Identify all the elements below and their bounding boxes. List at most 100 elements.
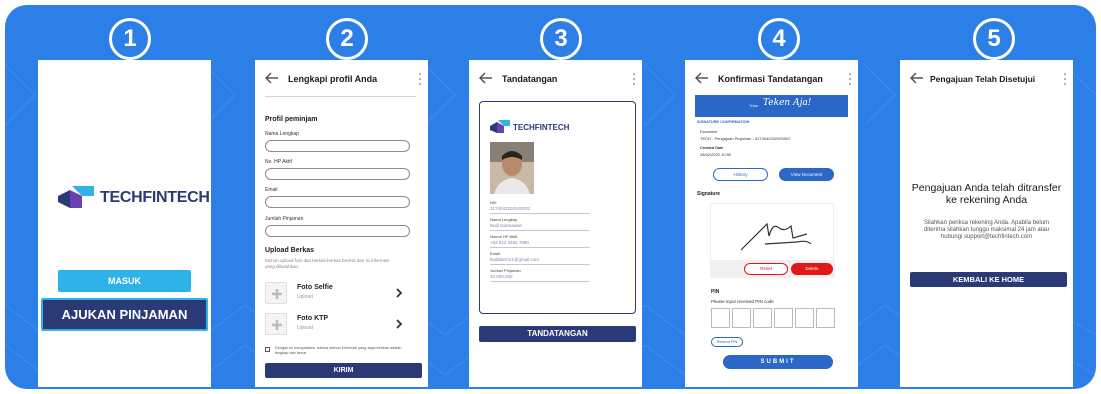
nik-value: 3174042202920002 — [490, 206, 531, 211]
field-label-hp: No. HP Aktif — [265, 159, 292, 165]
screen-konfirmasi: Konfirmasi Tandatangan Tekan Teken Aja! … — [685, 60, 858, 387]
teken-aja-logo: Teken Aja! — [763, 98, 812, 108]
signature-drawing — [740, 222, 812, 251]
ajukan-pinjaman-button[interactable]: AJUKAN PINJAMAN — [41, 298, 208, 331]
tandatangan-button[interactable]: TANDATANGAN — [479, 326, 636, 342]
jumlah-label: Jumlah Pinjaman — [490, 268, 521, 273]
reset-button[interactable]: Reset — [744, 263, 788, 275]
hp-label: Nomor HP Aktif — [490, 234, 518, 239]
jumlah-value: 10.000.000 — [490, 274, 513, 279]
step-2-badge: 2 — [326, 18, 368, 60]
section-title: Profil peminjam — [265, 116, 318, 123]
section-label: SIGNATURE CONFIRMATION — [697, 120, 750, 124]
document-value: TECH - Pengajuan Pinjaman - 317404220292… — [700, 136, 791, 141]
upload-item-sub: Upload — [297, 294, 313, 300]
success-headline: Pengajuan Anda telah ditransfer ke reken… — [911, 182, 1062, 206]
nama-input[interactable] — [265, 140, 410, 152]
screen-title: Konfirmasi Tandatangan — [718, 74, 823, 84]
email-label: Email — [490, 251, 501, 256]
techfintech-logo-icon — [490, 120, 510, 133]
pin-digit-box[interactable] — [711, 308, 730, 328]
step-3-badge: 3 — [540, 18, 582, 60]
document-label: Document — [700, 130, 718, 134]
more-menu-icon[interactable] — [848, 73, 852, 85]
created-value: 28/02/2022 10:50 — [700, 152, 732, 157]
field-label-email: Email — [265, 187, 278, 193]
pin-digit-box[interactable] — [774, 308, 793, 328]
field-label-jumlah: Jumlah Pinjaman — [265, 216, 304, 222]
signature-label: Signature — [697, 191, 721, 197]
delete-button[interactable]: Delete — [791, 263, 833, 275]
upload-item-title: Foto Selfie — [297, 284, 333, 291]
pin-digit-box[interactable] — [732, 308, 751, 328]
created-label: Created Date — [700, 146, 724, 150]
techfintech-logo-icon — [58, 186, 94, 208]
upload-description: Mohon upload foto dan berkas-berkas beri… — [265, 258, 390, 269]
screen-disetujui: Pengajuan Telah Disetujui Pengajuan Anda… — [900, 60, 1073, 387]
agreement-checkbox[interactable] — [265, 347, 270, 352]
hp-input[interactable] — [265, 168, 410, 180]
screen-welcome: TECHFINTECH MASUK AJUKAN PINJAMAN — [38, 60, 211, 387]
upload-selfie-row[interactable]: Foto Selfie Upload — [265, 280, 415, 306]
back-arrow-icon[interactable] — [265, 72, 279, 84]
plus-icon — [265, 282, 287, 304]
pin-instruction: Please input received PIN code — [711, 299, 774, 304]
more-menu-icon[interactable] — [1063, 73, 1067, 85]
screen-title: Pengajuan Telah Disetujui — [930, 74, 1036, 84]
nama-value: Budi Darmawan — [490, 223, 523, 228]
divider — [490, 213, 590, 214]
upload-item-sub: Upload — [297, 325, 313, 331]
divider — [265, 96, 416, 97]
upload-title: Upload Berkas — [265, 247, 315, 254]
id-card: TECHFINTECH NIK 3174042202920002 Nama Le… — [479, 101, 636, 314]
submit-button[interactable]: SUBMIT — [723, 355, 833, 369]
kembali-home-button[interactable]: KEMBALI KE HOME — [910, 272, 1067, 287]
pin-digit-box[interactable] — [753, 308, 772, 328]
teken-header: Tekan Teken Aja! — [695, 95, 848, 117]
screen-title: Tandatangan — [502, 74, 558, 84]
upload-ktp-row[interactable]: Foto KTP Upload — [265, 311, 415, 337]
pin-digit-box[interactable] — [795, 308, 814, 328]
success-body: Silahkan periksa rekening Anda. Apabila … — [923, 220, 1050, 240]
back-arrow-icon[interactable] — [479, 72, 493, 84]
divider — [490, 230, 590, 231]
pin-input-group[interactable] — [711, 308, 835, 328]
email-input[interactable] — [265, 196, 410, 208]
pin-title: PIN — [711, 289, 720, 295]
chevron-right-icon — [396, 288, 403, 298]
agreement-text: Dengan ini menyatakan, bahwa semua infor… — [275, 346, 402, 355]
more-menu-icon[interactable] — [632, 73, 636, 85]
field-label-nama: Nama Lengkap — [265, 131, 299, 137]
back-arrow-icon[interactable] — [910, 72, 924, 84]
divider — [490, 247, 590, 248]
view-document-button[interactable]: View Document — [779, 168, 834, 181]
pin-digit-box[interactable] — [816, 308, 835, 328]
upload-item-title: Foto KTP — [297, 315, 329, 322]
chevron-right-icon — [396, 319, 403, 329]
plus-icon — [265, 313, 287, 335]
more-menu-icon[interactable] — [418, 73, 422, 85]
divider — [490, 264, 590, 265]
brand-name: TECHFINTECH — [100, 189, 210, 206]
brand-name: TECHFINTECH — [513, 122, 570, 132]
jumlah-input[interactable] — [265, 225, 410, 237]
email-value: budidarmn1@gmail.com — [490, 257, 539, 262]
profile-photo — [490, 142, 534, 194]
brand-logo: TECHFINTECH — [58, 186, 210, 210]
screen-tandatangan: Tandatangan TECHFINTECH NIK 317404220292… — [469, 60, 642, 387]
divider — [490, 281, 590, 282]
back-arrow-icon[interactable] — [695, 72, 709, 84]
step-4-badge: 4 — [758, 18, 800, 60]
resend-pin-button[interactable]: Resend PIN — [711, 337, 743, 347]
screen-title: Lengkapi profil Anda — [288, 74, 378, 84]
nik-label: NIK — [490, 200, 497, 205]
step-5-badge: 5 — [973, 18, 1015, 60]
nama-label: Nama Lengkap — [490, 217, 518, 222]
kirim-button[interactable]: KIRIM — [265, 363, 422, 378]
header-small-text: Tekan — [749, 104, 759, 108]
history-button[interactable]: History — [713, 168, 768, 181]
masuk-button[interactable]: MASUK — [58, 270, 191, 292]
screen-profile: Lengkapi profil Anda Profil peminjam Nam… — [255, 60, 428, 387]
hp-value: +62 812 3456 7890 — [490, 240, 529, 245]
card-logo: TECHFINTECH — [490, 120, 569, 134]
